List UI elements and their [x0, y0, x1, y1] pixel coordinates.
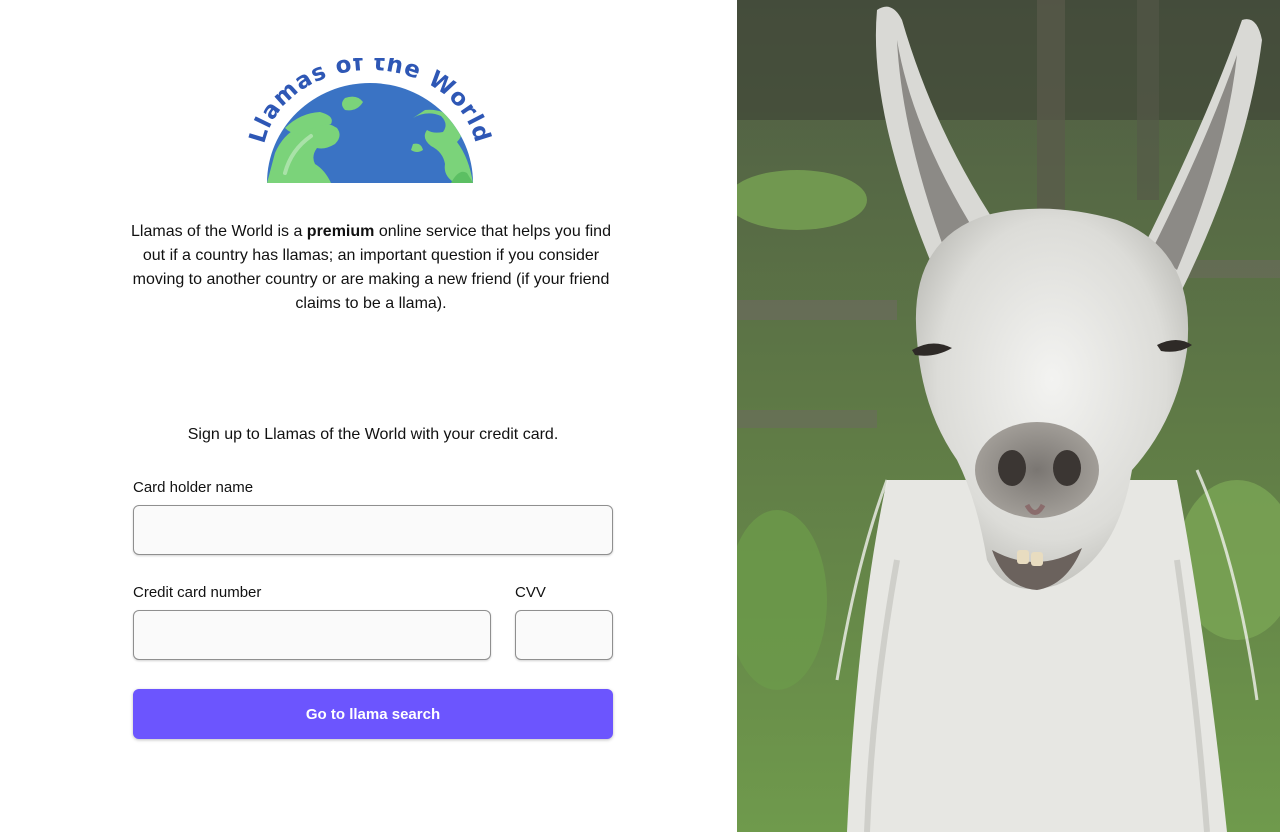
- signup-panel: Llamas of the World Llamas of the World …: [0, 0, 737, 832]
- globe-icon: [267, 83, 473, 183]
- cardholder-name-label: Card holder name: [133, 479, 254, 496]
- cvv-input[interactable]: [515, 610, 613, 660]
- signup-page: Llamas of the World Llamas of the World …: [0, 0, 1280, 832]
- credit-card-number-label: Credit card number: [133, 584, 262, 601]
- go-to-llama-search-button[interactable]: Go to llama search: [133, 689, 613, 739]
- llama-photo: [737, 0, 1280, 832]
- signup-instruction: Sign up to Llamas of the World with your…: [187, 426, 559, 443]
- llama-illustration: [737, 0, 1280, 832]
- intro-text-start: Llamas of the World is a: [131, 223, 307, 240]
- cardholder-name-input[interactable]: [133, 505, 613, 555]
- intro-paragraph: Llamas of the World is a premium online …: [130, 220, 612, 316]
- llamas-of-the-world-logo: Llamas of the World: [245, 58, 494, 183]
- credit-card-number-input[interactable]: [133, 610, 491, 660]
- intro-emphasis: premium: [306, 223, 375, 240]
- cvv-label: CVV: [515, 584, 546, 601]
